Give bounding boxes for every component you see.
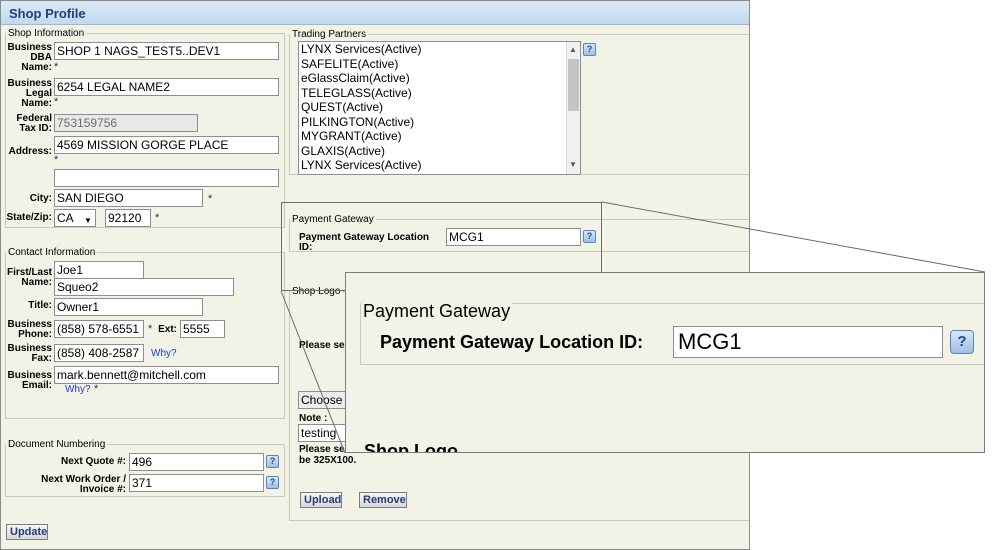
zoom-payment-gateway-legend: Payment Gateway bbox=[361, 301, 513, 322]
zoom-callout: Payment Gateway Payment Gateway Location… bbox=[345, 272, 985, 453]
callout-line bbox=[280, 290, 346, 454]
zoom-shop-logo-legend: Shop Logo bbox=[364, 441, 458, 453]
zoom-gateway-location-input: MCG1 bbox=[673, 326, 943, 358]
callout-line bbox=[601, 201, 986, 273]
help-icon: ? bbox=[950, 330, 974, 354]
zoom-gateway-location-label: Payment Gateway Location ID: bbox=[380, 332, 644, 352]
